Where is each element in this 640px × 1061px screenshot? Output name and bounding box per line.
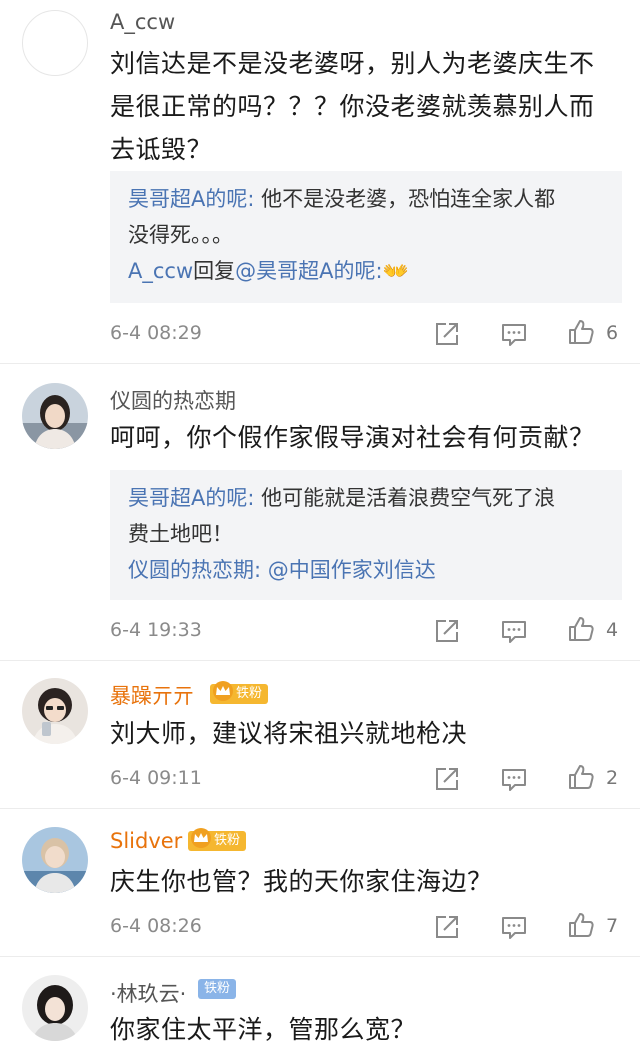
reply-author[interactable]: A_ccw (128, 259, 193, 283)
like-count: 7 (606, 915, 619, 937)
comment-icon[interactable] (500, 617, 528, 645)
share-icon[interactable] (433, 617, 461, 645)
timestamp: 6-4 08:26 (110, 915, 202, 937)
comment-1: A_ccw 刘信达是不是没老婆呀，别人为老婆庆生不 是很正常的吗？？？你没老婆就… (0, 0, 640, 363)
like-count: 4 (606, 619, 619, 641)
fan-badge: 铁粉 (210, 684, 269, 704)
like-icon[interactable] (567, 318, 595, 346)
comment-text: 庆生你也管？我的天你家住海边？ (110, 867, 493, 896)
username[interactable]: 暴躁亓亓 (110, 680, 194, 710)
avatar[interactable] (22, 678, 88, 744)
reply-author[interactable]: 昊哥超A的呢: (128, 486, 254, 510)
emoji: 👐 (382, 259, 409, 283)
timestamp: 6-4 09:11 (110, 767, 202, 789)
crown-icon (212, 680, 234, 702)
divider (0, 808, 640, 809)
reply-mention[interactable]: @中国作家刘信达 (261, 558, 436, 582)
avatar[interactable] (22, 10, 88, 76)
like-count: 6 (606, 322, 619, 344)
fan-badge: 铁粉 (188, 831, 247, 851)
reply-box[interactable]: 昊哥超A的呢: 他可能就是活着浪费空气死了浪 费土地吧！ 仪圆的热恋期: @中国… (110, 470, 622, 600)
share-icon[interactable] (433, 320, 461, 348)
like-icon[interactable] (567, 763, 595, 791)
like-icon[interactable] (567, 911, 595, 939)
share-icon[interactable] (433, 913, 461, 941)
like-count: 2 (606, 767, 619, 789)
comment-icon[interactable] (500, 320, 528, 348)
divider (0, 363, 640, 364)
reply-line: 没得死。。。 (128, 223, 233, 247)
divider (0, 660, 640, 661)
avatar[interactable] (22, 827, 88, 893)
comment-text: 刘信达是不是没老婆呀，别人为老婆庆生不 是很正常的吗？？？你没老婆就羡慕别人而 … (110, 49, 595, 164)
username[interactable]: Slidver (110, 829, 182, 853)
reply-line: 费土地吧！ (128, 522, 233, 546)
reply-line: 昊哥超A的呢: 他不是没老婆，恐怕连全家人都 (128, 187, 556, 211)
reply-line: 昊哥超A的呢: 他可能就是活着浪费空气死了浪 (128, 486, 556, 510)
username[interactable]: 仪圆的热恋期 (110, 385, 236, 415)
fan-badge: 铁粉 (198, 979, 237, 999)
reply-author[interactable]: 昊哥超A的呢: (128, 187, 254, 211)
like-icon[interactable] (567, 615, 595, 643)
divider (0, 956, 640, 957)
comment-text: 呵呵，你个假作家假导演对社会有何贡献？ (110, 423, 595, 452)
comment-text: 你家住太平洋，管那么宽？ (110, 1015, 417, 1044)
comment-text: 刘大师，建议将宋祖兴就地枪决 (110, 719, 468, 748)
reply-line: 仪圆的热恋期: @中国作家刘信达 (128, 552, 604, 588)
timestamp: 6-4 19:33 (110, 619, 202, 641)
timestamp: 6-4 08:29 (110, 322, 202, 344)
username[interactable]: ·林玖云· (110, 978, 186, 1008)
comment-icon[interactable] (500, 765, 528, 793)
crown-icon (190, 827, 212, 849)
share-icon[interactable] (433, 765, 461, 793)
reply-line: A_ccw回复@昊哥超A的呢:👐 (128, 259, 409, 283)
reply-box[interactable]: 昊哥超A的呢: 他不是没老婆，恐怕连全家人都 没得死。。。 A_ccw回复@昊哥… (110, 171, 622, 303)
username[interactable]: A_ccw (110, 10, 175, 34)
avatar[interactable] (22, 383, 88, 449)
comment-icon[interactable] (500, 913, 528, 941)
avatar[interactable] (22, 975, 88, 1041)
reply-author[interactable]: 仪圆的热恋期: (128, 558, 261, 582)
reply-mention[interactable]: @昊哥超A的呢: (235, 259, 382, 283)
